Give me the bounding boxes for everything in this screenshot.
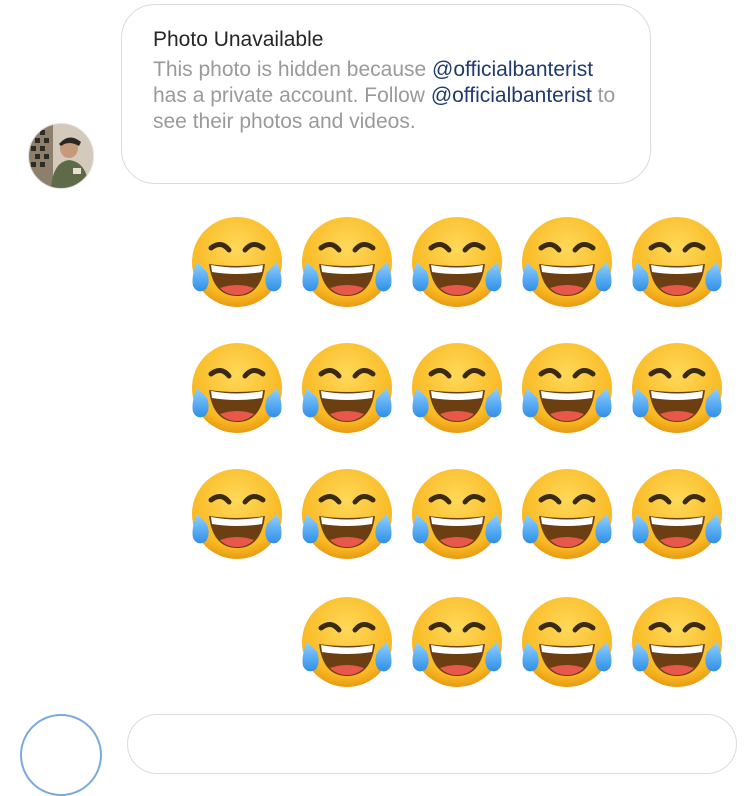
face-with-tears-of-joy-icon [627,338,727,438]
face-with-tears-of-joy-icon [297,338,397,438]
face-with-tears-of-joy-icon [407,464,507,564]
face-with-tears-of-joy-icon [407,212,507,312]
bubble-title: Photo Unavailable [153,28,324,51]
face-with-tears-of-joy-icon [407,592,507,692]
face-with-tears-of-joy-icon [187,212,287,312]
face-with-tears-of-joy-icon [627,592,727,692]
face-with-tears-of-joy-icon [187,464,287,564]
face-with-tears-of-joy-icon [187,338,287,438]
face-with-tears-of-joy-icon [627,212,727,312]
composer-avatar[interactable] [20,714,102,796]
face-with-tears-of-joy-icon [297,592,397,692]
face-with-tears-of-joy-icon [407,338,507,438]
sender-avatar[interactable] [28,123,94,189]
face-with-tears-of-joy-icon [517,592,617,692]
face-with-tears-of-joy-icon [627,464,727,564]
message-input[interactable] [127,714,737,774]
face-with-tears-of-joy-icon [517,212,617,312]
bubble-body: This photo is hidden because @officialba… [153,57,620,135]
photo-unavailable-bubble: Photo Unavailable This photo is hidden b… [121,4,651,184]
face-with-tears-of-joy-icon [297,212,397,312]
face-with-tears-of-joy-icon [297,464,397,564]
body-middle: has a private account. Follow [153,84,431,107]
mention-link[interactable]: @officialbanterist [432,58,593,81]
face-with-tears-of-joy-icon [517,338,617,438]
mention-link[interactable]: @officialbanterist [431,84,592,107]
body-prefix: This photo is hidden because [153,58,427,81]
face-with-tears-of-joy-icon [517,464,617,564]
